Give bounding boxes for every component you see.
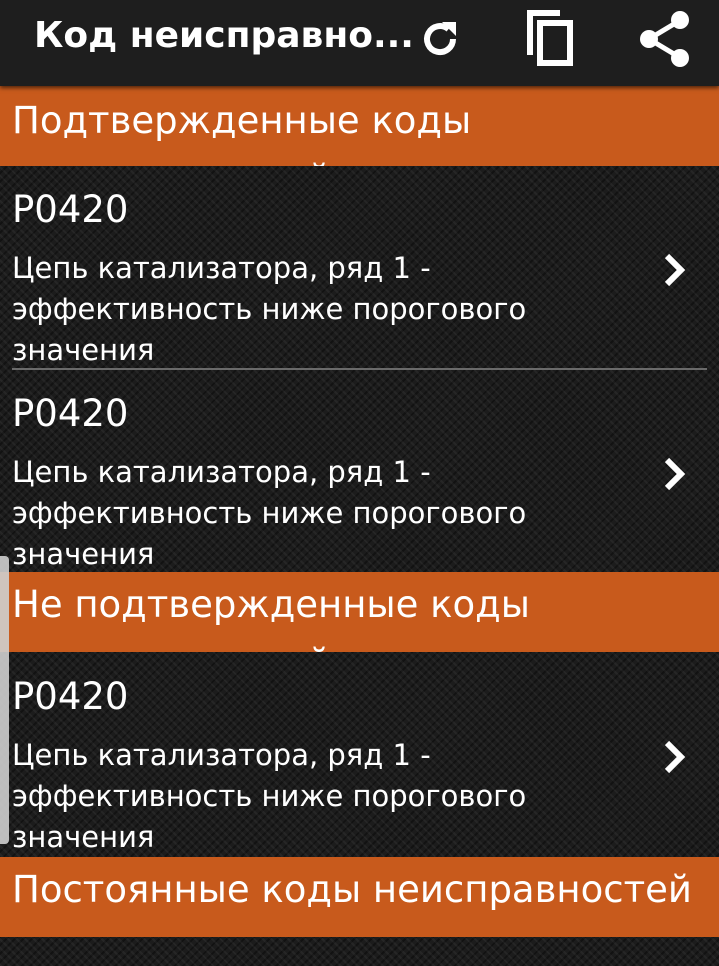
divider <box>12 368 707 370</box>
scrollbar-thumb[interactable] <box>0 556 9 844</box>
list-item[interactable]: P0420 Цепь катализатора, ряд 1 - эффекти… <box>0 675 719 855</box>
chevron-right-icon <box>664 253 686 287</box>
refresh-icon[interactable] <box>405 4 475 74</box>
fault-description: Цепь катализатора, ряд 1 - эффективность… <box>12 455 527 570</box>
list-item[interactable]: P0420 Цепь катализатора, ряд 1 - эффекти… <box>0 188 719 368</box>
section-header-permanent: Постоянные коды неисправностей <box>0 857 719 937</box>
copy-icon[interactable] <box>515 4 585 74</box>
section-header-confirmed: Подтвержденные коды неисправностей <box>0 86 719 166</box>
fault-code: P0420 <box>12 188 129 231</box>
fault-description: Цепь катализатора, ряд 1 - эффективность… <box>12 251 527 367</box>
section-header-unconfirmed: Не подтвержденные коды неисправностей <box>0 572 719 652</box>
page-title: Код неисправно... <box>34 15 414 56</box>
chevron-right-icon <box>664 740 686 774</box>
chevron-right-icon <box>664 457 686 491</box>
app-bar: Код неисправно... <box>0 0 719 86</box>
share-icon[interactable] <box>630 4 700 74</box>
fault-code: P0420 <box>12 392 129 435</box>
section-header-label: Постоянные коды неисправностей <box>12 868 692 911</box>
fault-code: P0420 <box>12 675 129 718</box>
list-item[interactable]: P0420 Цепь катализатора, ряд 1 - эффекти… <box>0 392 719 570</box>
fault-description: Цепь катализатора, ряд 1 - эффективность… <box>12 738 527 854</box>
section-header-label: Не подтвержденные коды неисправностей <box>12 583 530 652</box>
section-header-label: Подтвержденные коды неисправностей <box>12 99 472 166</box>
